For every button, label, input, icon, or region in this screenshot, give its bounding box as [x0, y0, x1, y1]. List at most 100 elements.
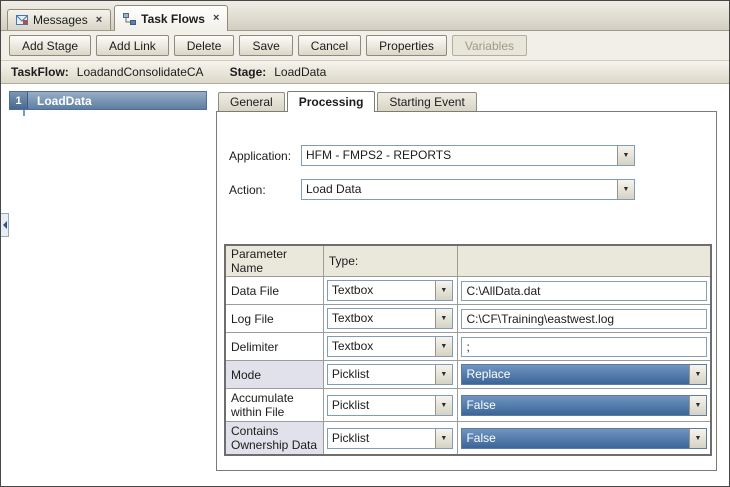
parameter-table: Parameter Name Type: Data File Textbox ▼ — [224, 244, 712, 456]
table-row: Log File Textbox ▼ — [224, 304, 712, 333]
tab-processing[interactable]: Processing — [286, 91, 376, 112]
type-select[interactable]: Picklist ▼ — [326, 394, 453, 416]
type-select[interactable]: Picklist ▼ — [326, 427, 453, 449]
toolbar: Add Stage Add Link Delete Save Cancel Pr… — [1, 31, 729, 60]
header-parameter-name: Parameter Name — [224, 244, 324, 277]
application-label: Application: — [229, 149, 292, 163]
ownership-picklist[interactable]: False ▼ — [461, 427, 707, 449]
save-button[interactable]: Save — [239, 35, 293, 56]
taskflow-label: TaskFlow: — [11, 65, 69, 79]
tab-general[interactable]: General — [218, 92, 285, 111]
tab-task-flows[interactable]: Task Flows × — [114, 5, 229, 31]
application-select[interactable]: HFM - FMPS2 - REPORTS ▼ — [301, 145, 635, 166]
chevron-down-icon[interactable]: ▼ — [617, 180, 634, 199]
param-type-cell: Textbox ▼ — [322, 304, 459, 333]
picklist-selected-value: False — [462, 395, 689, 415]
application-selected-value: HFM - FMPS2 - REPORTS — [306, 148, 452, 162]
detail-tab-bar: General Processing Starting Event — [218, 90, 479, 112]
chevron-down-icon[interactable]: ▼ — [434, 365, 452, 384]
tab-label: Task Flows — [141, 11, 205, 26]
param-value-cell — [457, 332, 712, 361]
type-select[interactable]: Textbox ▼ — [326, 280, 453, 301]
chevron-down-icon[interactable]: ▼ — [689, 365, 706, 384]
table-row: Contains Ownership Data Picklist ▼ False… — [224, 421, 712, 456]
param-value-cell — [457, 276, 712, 305]
header-type: Type: — [322, 244, 459, 277]
stage-label: Stage: — [229, 65, 267, 79]
param-type-cell: Picklist ▼ — [322, 360, 459, 389]
param-value-cell: False ▼ — [457, 388, 712, 422]
chevron-down-icon[interactable]: ▼ — [617, 146, 634, 165]
stage-number-badge: 1 — [10, 92, 28, 109]
type-selected-value: Picklist — [331, 397, 370, 412]
param-name-cell: Contains Ownership Data — [224, 421, 324, 456]
chevron-down-icon[interactable]: ▼ — [434, 281, 452, 300]
tab-label: Processing — [298, 95, 364, 109]
close-tab-icon[interactable]: × — [213, 13, 219, 24]
tab-starting-event[interactable]: Starting Event — [377, 92, 477, 111]
param-value-cell: Replace ▼ — [457, 360, 712, 389]
picklist-selected-value: Replace — [462, 365, 689, 384]
task-flows-icon — [123, 12, 137, 25]
action-select[interactable]: Load Data ▼ — [301, 179, 635, 200]
action-selected-value: Load Data — [306, 182, 362, 196]
param-name-cell: Accumulate within File — [224, 388, 324, 422]
param-type-cell: Textbox ▼ — [322, 332, 459, 361]
param-value-cell — [457, 304, 712, 333]
delete-button[interactable]: Delete — [173, 35, 235, 56]
type-select[interactable]: Picklist ▼ — [326, 364, 453, 385]
app-window: Messages × Task Flows × Add Stage Add Li… — [0, 0, 730, 487]
cancel-button[interactable]: Cancel — [297, 35, 362, 56]
tab-label: Messages — [33, 13, 88, 27]
mode-picklist[interactable]: Replace ▼ — [461, 364, 707, 385]
param-name-cell: Data File — [224, 276, 324, 305]
param-value-cell: False ▼ — [457, 421, 712, 456]
collapse-left-icon — [2, 221, 7, 229]
type-select[interactable]: Textbox ▼ — [326, 308, 453, 329]
stage-name: LoadData — [37, 93, 92, 108]
header-value — [457, 244, 712, 277]
param-type-cell: Picklist ▼ — [322, 388, 459, 422]
tab-label: Starting Event — [389, 95, 465, 109]
stage-item-loaddata[interactable]: 1 LoadData — [9, 91, 207, 110]
document-tab-bar: Messages × Task Flows × — [1, 1, 729, 31]
table-row: Accumulate within File Picklist ▼ False … — [224, 388, 712, 422]
param-type-cell: Picklist ▼ — [322, 421, 459, 456]
picklist-selected-value: False — [462, 428, 689, 448]
chevron-down-icon[interactable]: ▼ — [434, 337, 452, 356]
taskflow-info-bar: TaskFlow: LoadandConsolidateCA Stage: Lo… — [1, 60, 729, 84]
chevron-down-icon[interactable]: ▼ — [689, 428, 706, 448]
chevron-down-icon[interactable]: ▼ — [434, 428, 452, 448]
chevron-down-icon[interactable]: ▼ — [434, 395, 452, 415]
chevron-down-icon[interactable]: ▼ — [689, 395, 706, 415]
data-file-input[interactable] — [461, 280, 707, 301]
tab-label: General — [230, 95, 273, 109]
messages-icon — [16, 14, 28, 26]
type-select[interactable]: Textbox ▼ — [326, 336, 453, 357]
accumulate-picklist[interactable]: False ▼ — [461, 394, 707, 416]
collapse-panel-handle[interactable] — [1, 213, 9, 237]
type-selected-value: Textbox — [331, 339, 374, 353]
chevron-down-icon[interactable]: ▼ — [434, 309, 452, 328]
stage-connector-line — [23, 110, 25, 116]
type-selected-value: Textbox — [331, 283, 374, 297]
properties-button[interactable]: Properties — [366, 35, 447, 56]
action-label: Action: — [229, 183, 266, 197]
taskflow-value: LoadandConsolidateCA — [76, 65, 204, 79]
tab-messages[interactable]: Messages × — [7, 9, 112, 30]
close-tab-icon[interactable]: × — [96, 14, 102, 26]
table-row: Delimiter Textbox ▼ — [224, 332, 712, 361]
add-stage-button[interactable]: Add Stage — [9, 35, 92, 56]
stage-value: LoadData — [274, 65, 327, 79]
log-file-input[interactable] — [461, 308, 707, 329]
delimiter-input[interactable] — [461, 336, 707, 357]
param-type-cell: Textbox ▼ — [322, 276, 459, 305]
table-row: Mode Picklist ▼ Replace ▼ — [224, 360, 712, 389]
processing-panel: Application: HFM - FMPS2 - REPORTS ▼ Act… — [216, 111, 717, 471]
param-name-cell: Log File — [224, 304, 324, 333]
table-header-row: Parameter Name Type: — [224, 244, 712, 277]
table-row: Data File Textbox ▼ — [224, 276, 712, 305]
add-link-button[interactable]: Add Link — [96, 35, 169, 56]
param-name-cell: Mode — [224, 360, 324, 389]
type-selected-value: Textbox — [331, 311, 374, 325]
